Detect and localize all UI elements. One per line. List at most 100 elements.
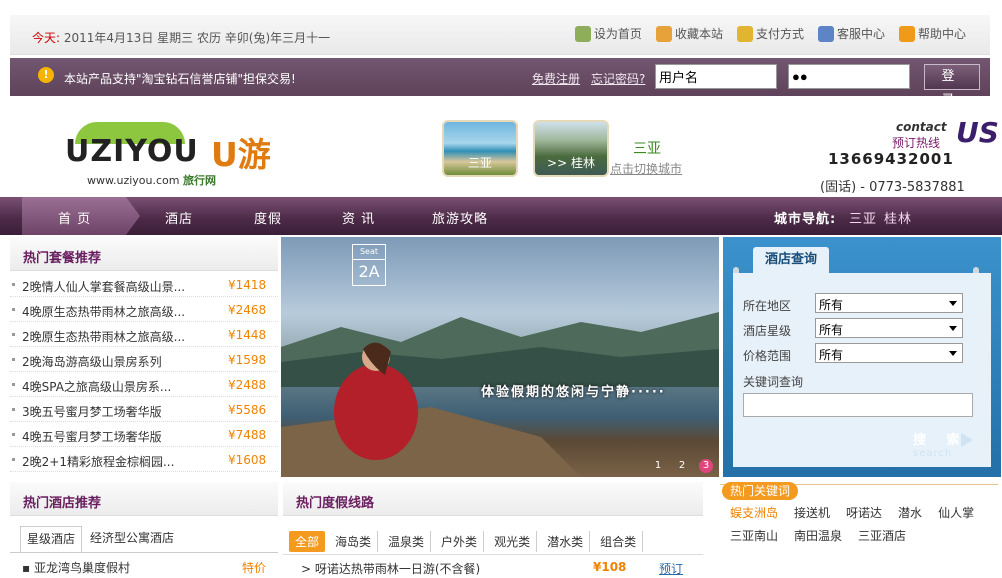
- dock: [281, 407, 581, 477]
- city-thumb-sanya[interactable]: 三亚: [442, 120, 518, 177]
- route-row-name[interactable]: > 呀诺达热带雨林一日游(不含餐): [301, 560, 480, 577]
- search-label: 搜 索: [913, 433, 968, 448]
- package-item[interactable]: 2晚海岛游高级山景房系列 ¥1598: [10, 348, 278, 372]
- hotel-search-button[interactable]: 搜 索 search: [913, 429, 973, 459]
- toplink-0[interactable]: 设为首页: [574, 25, 642, 42]
- banner-page-3[interactable]: 3: [699, 459, 713, 473]
- hot-hotels-panel: 热门酒店推荐 星级酒店 经济型公寓酒店 ▪ 亚龙湾鸟巢度假村 特价: [10, 482, 278, 578]
- hot-keywords-panel: 热门关键词 蜈支洲岛 接送机 呀诺达 潜水 仙人掌三亚南山 南田温泉 三亚酒店: [718, 482, 1002, 578]
- package-name: 2晚情人仙人掌套餐高级山景...: [22, 280, 186, 294]
- seat-number: 2A: [358, 262, 380, 281]
- forgot-password-link[interactable]: 忘记密码?: [591, 70, 645, 87]
- hot-keywords-title: 热门关键词: [722, 482, 799, 500]
- bullet-icon: [12, 358, 15, 361]
- keyword-link[interactable]: 三亚酒店: [858, 527, 906, 544]
- hotel-search-tab[interactable]: 酒店查询: [753, 247, 829, 273]
- bullet-icon: [12, 433, 15, 436]
- route-tab-6[interactable]: 组合类: [594, 531, 644, 552]
- register-link[interactable]: 免费注册: [532, 70, 580, 87]
- bullet-icon: [12, 408, 15, 411]
- seat-badge: Seat 2A: [352, 244, 386, 286]
- package-price: ¥2488: [228, 378, 267, 392]
- keyword-label: 关键词查询: [743, 375, 804, 389]
- route-row-price: ¥108: [593, 560, 627, 574]
- route-tab-4[interactable]: 观光类: [488, 531, 538, 552]
- keyword-input[interactable]: [743, 393, 973, 417]
- banner-page-1[interactable]: 1: [651, 459, 665, 473]
- route-tab-2[interactable]: 温泉类: [382, 531, 432, 552]
- package-item[interactable]: 2晚2+1精彩旅程金棕榈园... ¥1608: [10, 448, 278, 472]
- region-label: 所在地区: [743, 299, 792, 313]
- price-select[interactable]: 所有: [815, 343, 963, 363]
- keyword-link[interactable]: 蜈支洲岛: [730, 504, 778, 521]
- nav-hotel[interactable]: 酒店: [165, 208, 193, 227]
- username-input[interactable]: [655, 64, 777, 89]
- package-price: ¥1598: [228, 353, 267, 367]
- banner-page-2[interactable]: 2: [675, 459, 689, 473]
- package-name: 2晚原生态热带雨林之旅高级...: [22, 330, 186, 344]
- help-icon: [898, 26, 915, 42]
- tab-star-hotel[interactable]: 星级酒店: [20, 526, 83, 552]
- password-input[interactable]: [788, 64, 910, 89]
- keyword-link[interactable]: 潜水: [898, 504, 922, 521]
- contact-cn: 预订热线: [892, 136, 941, 150]
- woman-blanket: [334, 364, 418, 460]
- keyword-link[interactable]: 仙人掌: [938, 504, 974, 521]
- package-item[interactable]: 2晚原生态热带雨林之旅高级... ¥1448: [10, 323, 278, 347]
- city-nav-guilin[interactable]: 桂林: [884, 208, 912, 227]
- coins-icon: [736, 26, 753, 42]
- route-tab-1[interactable]: 海岛类: [329, 531, 379, 552]
- route-tab-5[interactable]: 潜水类: [541, 531, 591, 552]
- site-logo[interactable]: UZIYOU U游 www.uziyou.com 旅行网: [65, 116, 285, 187]
- package-price: ¥1418: [228, 278, 267, 292]
- bullet-icon: [12, 333, 15, 336]
- switch-city-link[interactable]: 点击切换城市: [610, 160, 682, 177]
- city-nav-sanya[interactable]: 三亚: [849, 208, 877, 227]
- panel-header: 热门套餐推荐: [10, 237, 278, 271]
- date-text: 2011年4月13日 星期三 农历 辛卯(兔)年三月十一: [63, 31, 331, 45]
- landline-number: (固话) - 0773-5837881: [820, 180, 965, 195]
- route-tab-3[interactable]: 户外类: [435, 531, 485, 552]
- keyword-link[interactable]: 呀诺达: [846, 504, 882, 521]
- package-item[interactable]: 4晚原生态热带雨林之旅高级... ¥2468: [10, 298, 278, 322]
- keyword-link[interactable]: 接送机: [794, 504, 830, 521]
- toplink-label: 设为首页: [593, 27, 642, 41]
- toplink-4[interactable]: 帮助中心: [898, 25, 966, 42]
- toplink-1[interactable]: 收藏本站: [655, 25, 723, 42]
- nav-home[interactable]: 首 页: [58, 208, 91, 227]
- price-value: 所有: [819, 348, 844, 362]
- city-thumb-label: 三亚: [467, 156, 492, 170]
- main-nav: 首 页 酒店 度假 资 讯 旅游攻略 城市导航: 三亚 桂林: [0, 197, 1002, 235]
- current-city: 三亚: [633, 141, 661, 157]
- nav-guide[interactable]: 旅游攻略: [432, 208, 488, 227]
- package-item[interactable]: 4晚SPA之旅高级山景房系... ¥2488: [10, 373, 278, 397]
- people-icon: [817, 26, 834, 42]
- bullet-icon: [12, 458, 15, 461]
- tab-apartment-hotel[interactable]: 经济型公寓酒店: [84, 526, 180, 552]
- toplink-3[interactable]: 客服中心: [817, 25, 885, 42]
- banner-pager: 123: [651, 459, 713, 473]
- toplink-2[interactable]: 支付方式: [736, 25, 804, 42]
- nav-vacation[interactable]: 度假: [254, 208, 282, 227]
- hotel-row-name[interactable]: ▪ 亚龙湾鸟巢度假村: [22, 559, 130, 576]
- region-select[interactable]: 所有: [815, 293, 963, 313]
- route-book-link[interactable]: 预订: [659, 560, 683, 577]
- package-item[interactable]: 4晚五号蜜月梦工场奢华版 ¥7488: [10, 423, 278, 447]
- package-item[interactable]: 2晚情人仙人掌套餐高级山景... ¥1418: [10, 273, 278, 297]
- promo-banner[interactable]: Seat 2A 体验假期的悠闲与宁静····· 123: [281, 237, 719, 477]
- keyword-link[interactable]: 三亚南山: [730, 527, 778, 544]
- route-tab-0[interactable]: 全部: [289, 531, 326, 552]
- logo-sub: 旅行网: [182, 174, 216, 187]
- package-item[interactable]: 3晚五号蜜月梦工场奢华版 ¥5586: [10, 398, 278, 422]
- hotline-number: 13669432001: [828, 150, 954, 168]
- keyword-link[interactable]: 南田温泉: [794, 527, 842, 544]
- panel-title: 热门套餐推荐: [23, 251, 102, 266]
- nav-news[interactable]: 资 讯: [342, 208, 375, 227]
- package-price: ¥7488: [228, 428, 267, 442]
- star-select[interactable]: 所有: [815, 318, 963, 338]
- login-button[interactable]: 登 录: [924, 64, 980, 108]
- package-price: ¥1608: [228, 453, 267, 467]
- city-thumb-guilin[interactable]: >> 桂林: [533, 120, 609, 177]
- package-price: ¥1448: [228, 328, 267, 342]
- guarantee-notice: 本站产品支持"淘宝钻石信誉店铺"担保交易!: [64, 72, 296, 86]
